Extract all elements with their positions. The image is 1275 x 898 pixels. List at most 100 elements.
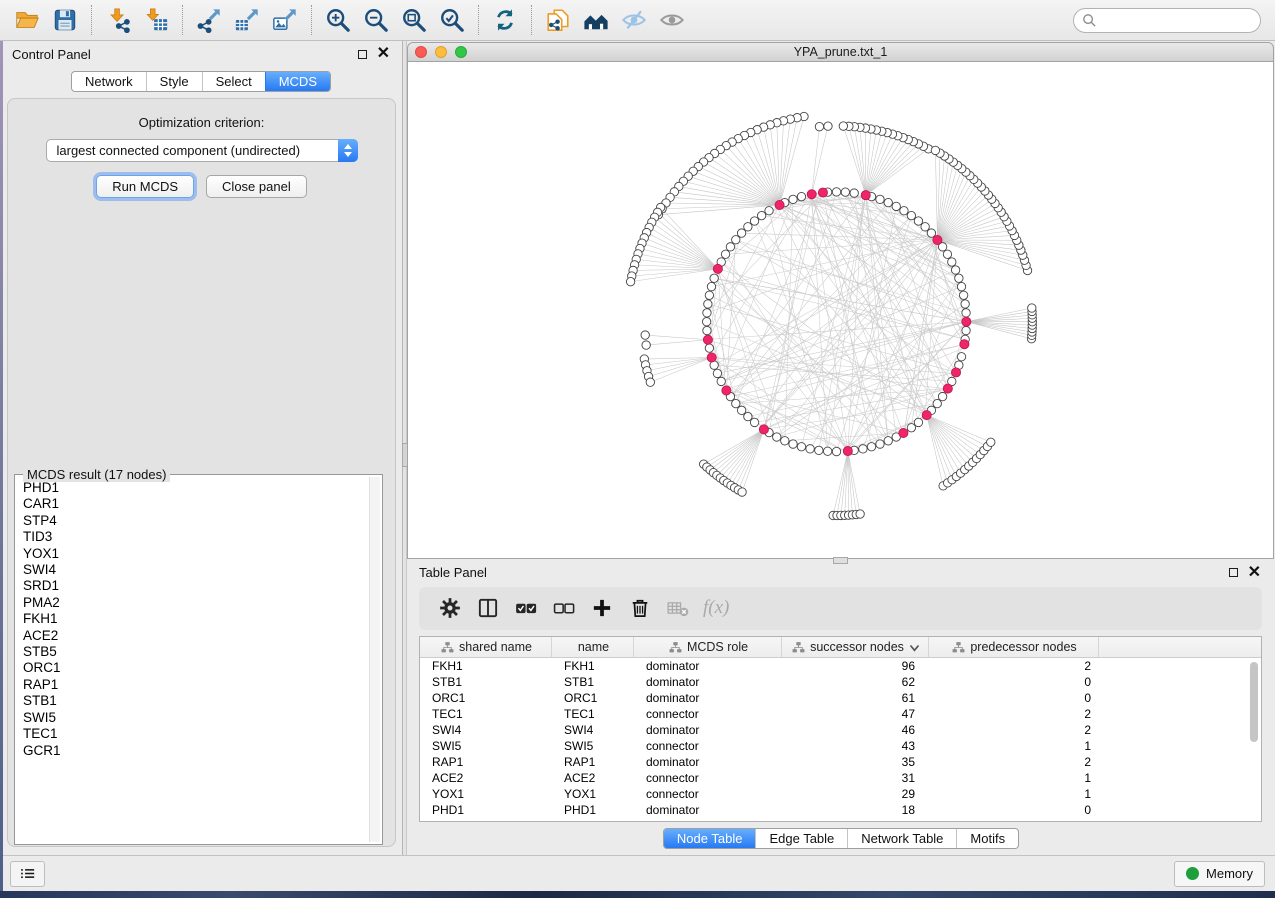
mcds-result-list[interactable]: PHD1CAR1STP4TID3YOX1SWI4SRD1PMA2FKH1ACE2… (23, 480, 368, 842)
search-input[interactable] (1073, 8, 1261, 33)
column-header-predecessor-nodes[interactable]: predecessor nodes (929, 637, 1099, 657)
criterion-select[interactable]: largest connected component (undirected) (46, 139, 358, 162)
mcds-result-item[interactable]: SRD1 (23, 578, 368, 594)
apply-layout-button[interactable] (486, 2, 524, 38)
cell-predecessor_nodes: 2 (929, 755, 1099, 769)
float-table-panel-icon[interactable] (1229, 568, 1238, 577)
network-graph[interactable] (408, 62, 1273, 558)
duplicate-network-icon (545, 7, 571, 33)
float-panel-icon[interactable] (358, 50, 367, 59)
toolbar-group (8, 2, 84, 38)
table-row[interactable]: ACE2ACE2connector311 (420, 770, 1261, 786)
network-nodes[interactable] (626, 112, 1036, 519)
horizontal-splitter-grip[interactable] (833, 557, 848, 564)
cell-mcds_role: connector (634, 707, 782, 721)
table-row[interactable]: FKH1FKH1dominator962 (420, 658, 1261, 674)
desktop-edge-bottom (0, 891, 1275, 898)
table-row[interactable]: RAP1RAP1dominator352 (420, 754, 1261, 770)
import-network-button[interactable] (99, 2, 137, 38)
toolbar-separator (91, 5, 92, 35)
add-row-button[interactable] (589, 595, 615, 621)
list-scrollbar[interactable] (369, 477, 380, 842)
table-body: FKH1FKH1dominator962STB1STB1dominator620… (420, 658, 1261, 818)
tab-network[interactable]: Network (72, 72, 146, 91)
cell-mcds_role: connector (634, 771, 782, 785)
zoom-out-button[interactable] (357, 2, 395, 38)
close-panel-button[interactable]: Close panel (206, 175, 307, 198)
mcds-result-item[interactable]: CAR1 (23, 496, 368, 512)
first-neighbors-icon (583, 7, 609, 33)
open-session-button[interactable] (8, 2, 46, 38)
sort-chevron-icon[interactable] (909, 642, 920, 653)
mcds-result-item[interactable]: STB5 (23, 644, 368, 660)
function-builder-button[interactable]: f(x) (703, 595, 729, 621)
mcds-result-item[interactable]: STB1 (23, 693, 368, 709)
zoom-fit-icon (401, 7, 427, 33)
tab-network-table[interactable]: Network Table (847, 829, 956, 848)
zoom-fit-button[interactable] (395, 2, 433, 38)
table-row[interactable]: YOX1YOX1connector291 (420, 786, 1261, 802)
tab-style[interactable]: Style (146, 72, 202, 91)
deselect-all-button[interactable] (551, 595, 577, 621)
table-scrollbar[interactable] (1250, 662, 1258, 742)
select-all-button[interactable] (513, 595, 539, 621)
import-table-button[interactable] (137, 2, 175, 38)
column-header-successor-nodes[interactable]: successor nodes (782, 637, 929, 657)
tab-mcds[interactable]: MCDS (265, 72, 330, 91)
show-all-button[interactable] (653, 2, 691, 38)
mcds-result-item[interactable]: PHD1 (23, 480, 368, 496)
mcds-result-item[interactable]: STP4 (23, 513, 368, 529)
table-row[interactable]: ORC1ORC1dominator610 (420, 690, 1261, 706)
export-image-button[interactable] (266, 2, 304, 38)
panel-menu-button[interactable] (10, 861, 45, 887)
tab-motifs[interactable]: Motifs (956, 829, 1018, 848)
tab-node-table[interactable]: Node Table (664, 829, 756, 848)
close-table-panel-icon[interactable]: ✕ (1248, 568, 1261, 578)
column-visibility-button[interactable] (475, 595, 501, 621)
node-table: shared namenameMCDS rolesuccessor nodesp… (419, 636, 1262, 822)
table-row[interactable]: SWI4SWI4dominator462 (420, 722, 1261, 738)
desktop-edge-left (0, 41, 3, 891)
table-row[interactable]: TEC1TEC1connector472 (420, 706, 1261, 722)
table-row[interactable]: SWI5SWI5connector431 (420, 738, 1261, 754)
cell-successor_nodes: 31 (782, 771, 929, 785)
mcds-result-item[interactable]: ORC1 (23, 660, 368, 676)
destroy-table-button[interactable] (665, 595, 691, 621)
tab-select[interactable]: Select (202, 72, 265, 91)
export-table-button[interactable] (228, 2, 266, 38)
run-mcds-button[interactable]: Run MCDS (96, 175, 194, 198)
close-panel-icon[interactable]: ✕ (377, 49, 390, 59)
mcds-result-item[interactable]: FKH1 (23, 611, 368, 627)
column-header-name[interactable]: name (552, 637, 634, 657)
mcds-result-item[interactable]: ACE2 (23, 628, 368, 644)
mcds-result-item[interactable]: TID3 (23, 529, 368, 545)
zoom-in-button[interactable] (319, 2, 357, 38)
memory-button[interactable]: Memory (1174, 861, 1265, 887)
column-header-MCDS-role[interactable]: MCDS role (634, 637, 782, 657)
export-network-button[interactable] (190, 2, 228, 38)
mcds-result-item[interactable]: SWI5 (23, 710, 368, 726)
delete-row-button[interactable] (627, 595, 653, 621)
mcds-result-item[interactable]: SWI4 (23, 562, 368, 578)
right-pane: YPA_prune.txt_1 Table Panel ✕ f(x) (407, 41, 1275, 855)
mcds-result-item[interactable]: RAP1 (23, 677, 368, 693)
open-session-icon (14, 7, 40, 33)
duplicate-network-button[interactable] (539, 2, 577, 38)
destroy-table-icon (666, 596, 690, 620)
mcds-result-item[interactable]: GCR1 (23, 743, 368, 759)
save-session-button[interactable] (46, 2, 84, 38)
table-row[interactable]: STB1STB1dominator620 (420, 674, 1261, 690)
table-row[interactable]: PHD1PHD1dominator180 (420, 802, 1261, 818)
mcds-result-item[interactable]: YOX1 (23, 546, 368, 562)
tab-edge-table[interactable]: Edge Table (755, 829, 847, 848)
mcds-result-item[interactable]: TEC1 (23, 726, 368, 742)
network-titlebar[interactable]: YPA_prune.txt_1 (407, 42, 1274, 62)
mcds-result-item[interactable]: PMA2 (23, 595, 368, 611)
first-neighbors-button[interactable] (577, 2, 615, 38)
cell-shared_name: SWI4 (420, 723, 552, 737)
column-header-shared-name[interactable]: shared name (420, 637, 552, 657)
zoom-selected-button[interactable] (433, 2, 471, 38)
hide-selected-button[interactable] (615, 2, 653, 38)
table-settings-button[interactable] (437, 595, 463, 621)
network-canvas[interactable] (407, 62, 1274, 559)
